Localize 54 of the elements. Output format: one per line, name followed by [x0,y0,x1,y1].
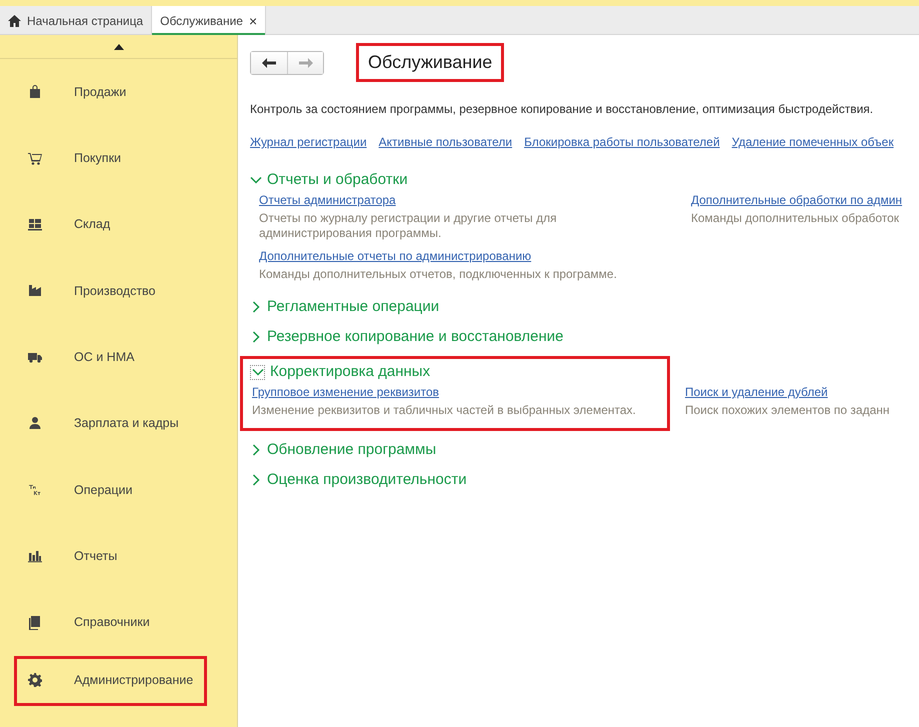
person-icon [28,416,42,432]
close-icon[interactable]: × [248,14,258,28]
chevron-right-icon [250,301,262,313]
sidebar-item[interactable]: Производство [0,258,237,324]
sidebar-item[interactable]: ОС и НМА [0,324,237,390]
command-description: Изменение реквизитов и табличных частей в выбранных элементах. [252,403,637,418]
sidebar-item[interactable]: Операции [0,456,237,524]
command-link[interactable]: Журнал регистрации [250,133,367,151]
bar-chart-icon [28,548,42,564]
section-header[interactable]: Обновление программы [250,439,919,461]
home-icon [8,14,21,26]
command-description: Отчеты по журналу регистрации и другие отчеты для администрирования программы. [259,211,558,241]
section-header[interactable]: Резервное копирование и восстановление [250,326,919,348]
page-title: Обслуживание [356,43,504,82]
command-description: Поиск похожих элементов по заданн [685,403,891,418]
section-header[interactable]: Оценка производительности [250,469,919,491]
bag-icon [28,84,42,100]
stacked-pages-icon [28,615,42,630]
command-link[interactable]: Блокировка работы пользователей [524,133,720,151]
tab[interactable]: Обслуживание × [152,6,266,35]
section-header[interactable]: Регламентные операции [250,296,919,318]
section-header[interactable]: Корректировка данных [250,361,661,383]
command-link[interactable]: Удаление помеченных объек [732,133,894,151]
sidebar-item[interactable]: Покупки [0,125,237,192]
command-link[interactable]: Поиск и удаление дублей [685,385,828,399]
chevron-right-icon [250,331,262,343]
cart-icon [28,150,42,166]
section-header[interactable]: Отчеты и обработки [250,169,919,191]
debit-credit-icon [28,482,42,498]
command-link[interactable]: Отчеты администратора [259,193,396,207]
command-link[interactable]: Дополнительные обработки по админ [691,193,902,207]
command-link[interactable]: Дополнительные отчеты по администрированию [259,249,532,263]
chevron-right-icon [250,444,262,456]
right-arrow-icon [298,58,312,68]
scroll-up-icon[interactable] [114,44,124,50]
sidebar-item[interactable]: Склад [0,192,237,258]
command-link[interactable]: Активные пользователи [378,133,512,151]
command-description: Команды дополнительных отчетов, подключенных к программе. [259,267,618,282]
settings-icon [28,673,42,688]
chevron-right-icon [250,474,262,486]
chevron-down-icon [250,174,262,186]
sidebar-item[interactable]: Продажи [0,59,237,126]
factory-icon [28,284,42,299]
page-description: Контроль за состоянием программы, резервное копирование и восстановление, оптимизация быстродействия. [250,101,874,118]
command-description: Команды дополнительных обработок [691,211,900,226]
grid-icon [28,217,42,232]
sidebar-item[interactable]: Справочники [0,589,237,656]
command-link[interactable]: Групповое изменение реквизитов [252,385,440,399]
sidebar-item[interactable]: Зарплата и кадры [0,390,237,457]
chevron-down-icon [252,366,264,378]
back-button[interactable] [251,52,287,74]
left-arrow-icon [262,58,276,68]
highlighted-sidebar-item[interactable]: Администрирование [14,656,207,706]
sidebar-item[interactable]: Отчеты [0,523,237,590]
